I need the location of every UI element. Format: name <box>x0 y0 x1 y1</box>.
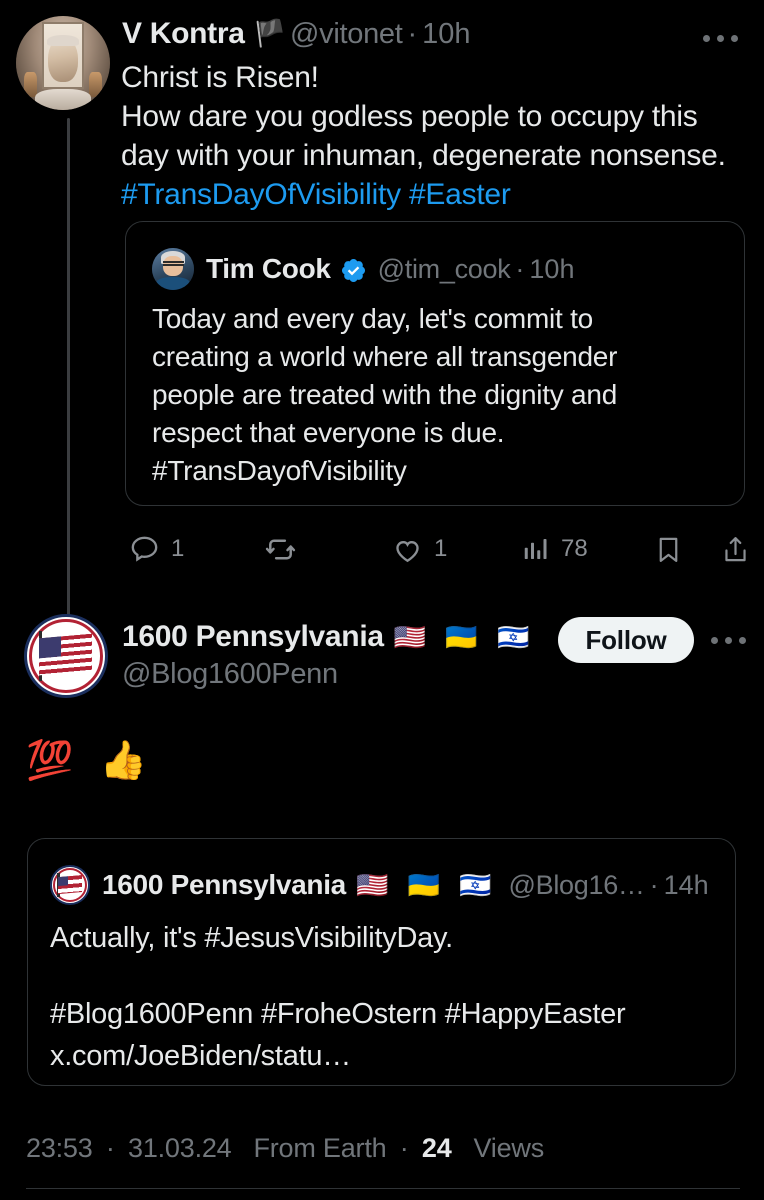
avatar-detail-us-flag <box>39 633 93 676</box>
footer-views-count: 24 <box>421 1133 452 1163</box>
quoted-tweet-header: Tim Cook @tim_cook · 10h <box>152 248 574 290</box>
tweet-action-bar: 1 1 78 <box>128 525 746 573</box>
avatar-v-kontra[interactable] <box>16 16 110 110</box>
tweet-main-header: V Kontra 🏴 @vitonet · 10h <box>122 17 471 51</box>
footer-views-label: Views <box>473 1133 545 1163</box>
quoted-tweet-tim-cook[interactable]: Tim Cook @tim_cook · 10h Today and every… <box>125 221 745 506</box>
quoted-tweet-1600-pennsylvania[interactable]: 1600 Pennsylvania 🇺🇸 🇺🇦 🇮🇱 @Blog16… · 14… <box>27 838 736 1086</box>
quoted-tweet-header: 1600 Pennsylvania 🇺🇸 🇺🇦 🇮🇱 @Blog16… · 14… <box>50 865 709 905</box>
tweet-footer-meta: 23:53 · 31.03.24 From Earth · 24 Views <box>26 1133 544 1164</box>
dot <box>725 637 732 644</box>
avatar-detail-shoulders <box>34 89 92 110</box>
country-flags-icons: 🇺🇸 🇺🇦 🇮🇱 <box>393 622 536 652</box>
quoted-tweet-text: Actually, it's #JesusVisibilityDay. #Blo… <box>50 917 710 1077</box>
tweet-text-line-1: Christ is Risen! <box>121 61 319 94</box>
avatar-detail-glasses <box>162 261 184 267</box>
views-button[interactable]: 78 <box>521 525 588 573</box>
follow-button[interactable]: Follow <box>558 617 694 663</box>
tweet-timestamp[interactable]: 10h <box>422 18 470 51</box>
quoted-author-handle: @tim_cook <box>377 253 511 284</box>
quoted-tweet-text: Today and every day, let's commit to cre… <box>152 300 722 490</box>
author-display-name[interactable]: V Kontra <box>122 17 245 51</box>
footer-divider <box>26 1188 740 1189</box>
heart-icon <box>396 540 419 562</box>
analytics-icon <box>524 539 547 559</box>
thread-connector-line <box>67 118 70 616</box>
quoted-hashtags-line: #Blog1600Penn #FroheOstern #HappyEaster <box>50 998 626 1030</box>
avatar-image <box>152 248 194 290</box>
tweet-text-line-2: How dare you godless people to occupy th… <box>121 100 698 133</box>
tweet-thread-screen: V Kontra 🏴 @vitonet · 10h Christ is Rise… <box>0 0 764 1200</box>
footer-source: From Earth <box>253 1133 387 1163</box>
quoted-header-separator: · <box>515 253 525 284</box>
dot <box>717 35 724 42</box>
retweet-button[interactable] <box>263 525 308 573</box>
share-button[interactable] <box>720 525 761 573</box>
reply-author-display-name[interactable]: 1600 Pennsylvania <box>122 620 384 654</box>
quoted-text-line-3: people are treated with the dignity and <box>152 379 618 410</box>
quoted-tweet-timestamp: 14h <box>663 869 709 900</box>
like-count: 1 <box>434 535 448 562</box>
quoted-text-line-1: Today and every day, let's commit to <box>152 303 593 334</box>
dot <box>739 637 746 644</box>
bookmark-button[interactable] <box>653 525 694 573</box>
more-options-icon[interactable] <box>703 35 738 42</box>
avatar-1600-pennsylvania[interactable] <box>24 614 108 698</box>
quoted-text-line-4: respect that everyone is due. <box>152 417 505 448</box>
dot <box>703 35 710 42</box>
like-button[interactable]: 1 <box>391 525 447 573</box>
avatar-detail-cap <box>47 34 79 47</box>
avatar-detail-face <box>163 256 183 276</box>
verified-badge-icon <box>341 258 365 282</box>
footer-time: 23:53 <box>26 1133 93 1163</box>
quoted-author-display-name: 1600 Pennsylvania <box>102 869 346 900</box>
dot <box>711 637 718 644</box>
share-icon <box>725 536 746 561</box>
more-options-icon[interactable] <box>711 637 746 644</box>
avatar-1600-pennsylvania-small <box>50 865 90 905</box>
hashtag-transdayofvisibility[interactable]: #TransDayOfVisibility <box>121 178 401 211</box>
header-separator: · <box>407 18 418 50</box>
footer-date: 31.03.24 <box>128 1133 232 1163</box>
footer-separator-2: · <box>399 1133 409 1163</box>
quoted-text-line-2: creating a world where all transgender <box>152 341 618 372</box>
dot <box>731 35 738 42</box>
tweet-main-text: Christ is Risen! How dare you godless pe… <box>121 58 751 214</box>
hashtag-easter[interactable]: #Easter <box>409 178 511 211</box>
quoted-author-handle: @Blog16… <box>508 869 645 900</box>
reply-tweet-text: 💯 👍 <box>26 740 156 782</box>
quoted-tweet-timestamp: 10h <box>529 253 575 284</box>
quoted-hashtag-transdayofvisibility: #TransDayofVisibility <box>152 455 407 486</box>
avatar-detail-shirt <box>156 276 190 290</box>
avatar-detail-us-flag <box>57 874 83 894</box>
avatar-tim-cook <box>152 248 194 290</box>
country-flags-icons: 🇺🇸 🇺🇦 🇮🇱 <box>355 869 498 900</box>
quoted-link-line: x.com/JoeBiden/statu… <box>50 1040 352 1072</box>
footer-separator-1: · <box>105 1133 115 1163</box>
tweet-text-line-3: day with your inhuman, degenerate nonsen… <box>121 139 726 172</box>
quoted-text-line-1: Actually, it's #JesusVisibilityDay. <box>50 922 453 954</box>
author-handle[interactable]: @vitonet <box>290 18 403 51</box>
reply-author-handle[interactable]: @Blog1600Penn <box>122 658 338 691</box>
black-flag-icon: 🏴 <box>253 18 286 48</box>
reply-count: 1 <box>171 535 185 562</box>
retweet-icon <box>265 539 296 559</box>
quoted-author-display-name: Tim Cook <box>206 253 331 284</box>
reply-icon <box>131 536 158 562</box>
quoted-header-separator: · <box>649 869 659 900</box>
avatar-image <box>16 16 110 110</box>
reply-button[interactable]: 1 <box>128 525 184 573</box>
avatar-detail-lamp-right <box>89 72 102 97</box>
reply-author-header: 1600 Pennsylvania 🇺🇸 🇺🇦 🇮🇱 <box>122 620 535 654</box>
avatar-detail-lamp-left <box>24 72 37 97</box>
views-count: 78 <box>561 535 588 562</box>
bookmark-icon <box>659 537 678 562</box>
